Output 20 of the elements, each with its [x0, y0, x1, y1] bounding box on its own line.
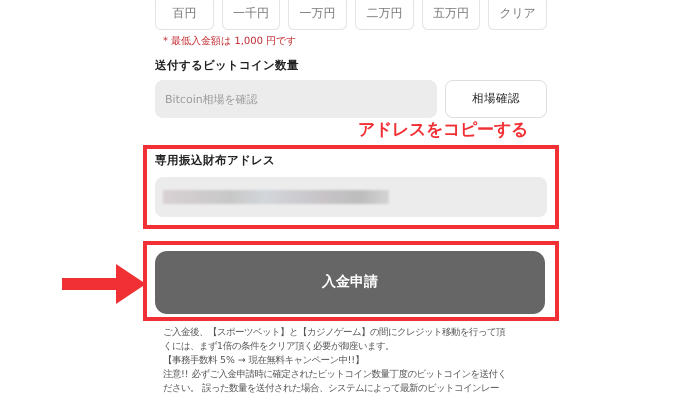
note-line: 注意!! 必ずご入金申請時に確定されたビットコイン数量丁度のビットコインを送付く [163, 368, 506, 382]
annotation-text: アドレスをコピーする [358, 120, 528, 140]
note-line: くには、まず1倍の条件をクリア頂く必要が御座います。 [163, 340, 394, 354]
minimum-note: * 最低入金額は 1,000 円です [163, 36, 296, 47]
note-line: ださい。 誤った数量を送付された場合、システムによって最新のビットコインレー [163, 382, 499, 396]
amount-button[interactable]: 二万円 [355, 0, 414, 30]
amount-button[interactable]: 一万円 [288, 0, 348, 30]
amount-button[interactable]: 五万円 [422, 0, 480, 30]
note-line: ご入金後、【スポーツベット】と【カジノゲーム】の間にクレジット移動を行って頂 [163, 326, 505, 340]
submit-button[interactable]: 入金申請 [155, 251, 545, 314]
arrow-icon [62, 264, 146, 304]
address-label: 専用振込財布アドレス [155, 153, 275, 167]
amount-button[interactable]: クリア [488, 0, 548, 30]
rate-input[interactable]: Bitcoin相場を確認 [155, 80, 437, 118]
address-field[interactable] [155, 177, 547, 217]
rate-check-button[interactable]: 相場確認 [445, 80, 547, 118]
amount-button[interactable]: 一千円 [222, 0, 280, 30]
amount-button[interactable]: 百円 [155, 0, 214, 30]
quantity-label: 送付するビットコイン数量 [155, 58, 299, 72]
note-line: 【事務手数料 5% → 現在無料キャンペーン中!!】 [163, 354, 364, 368]
